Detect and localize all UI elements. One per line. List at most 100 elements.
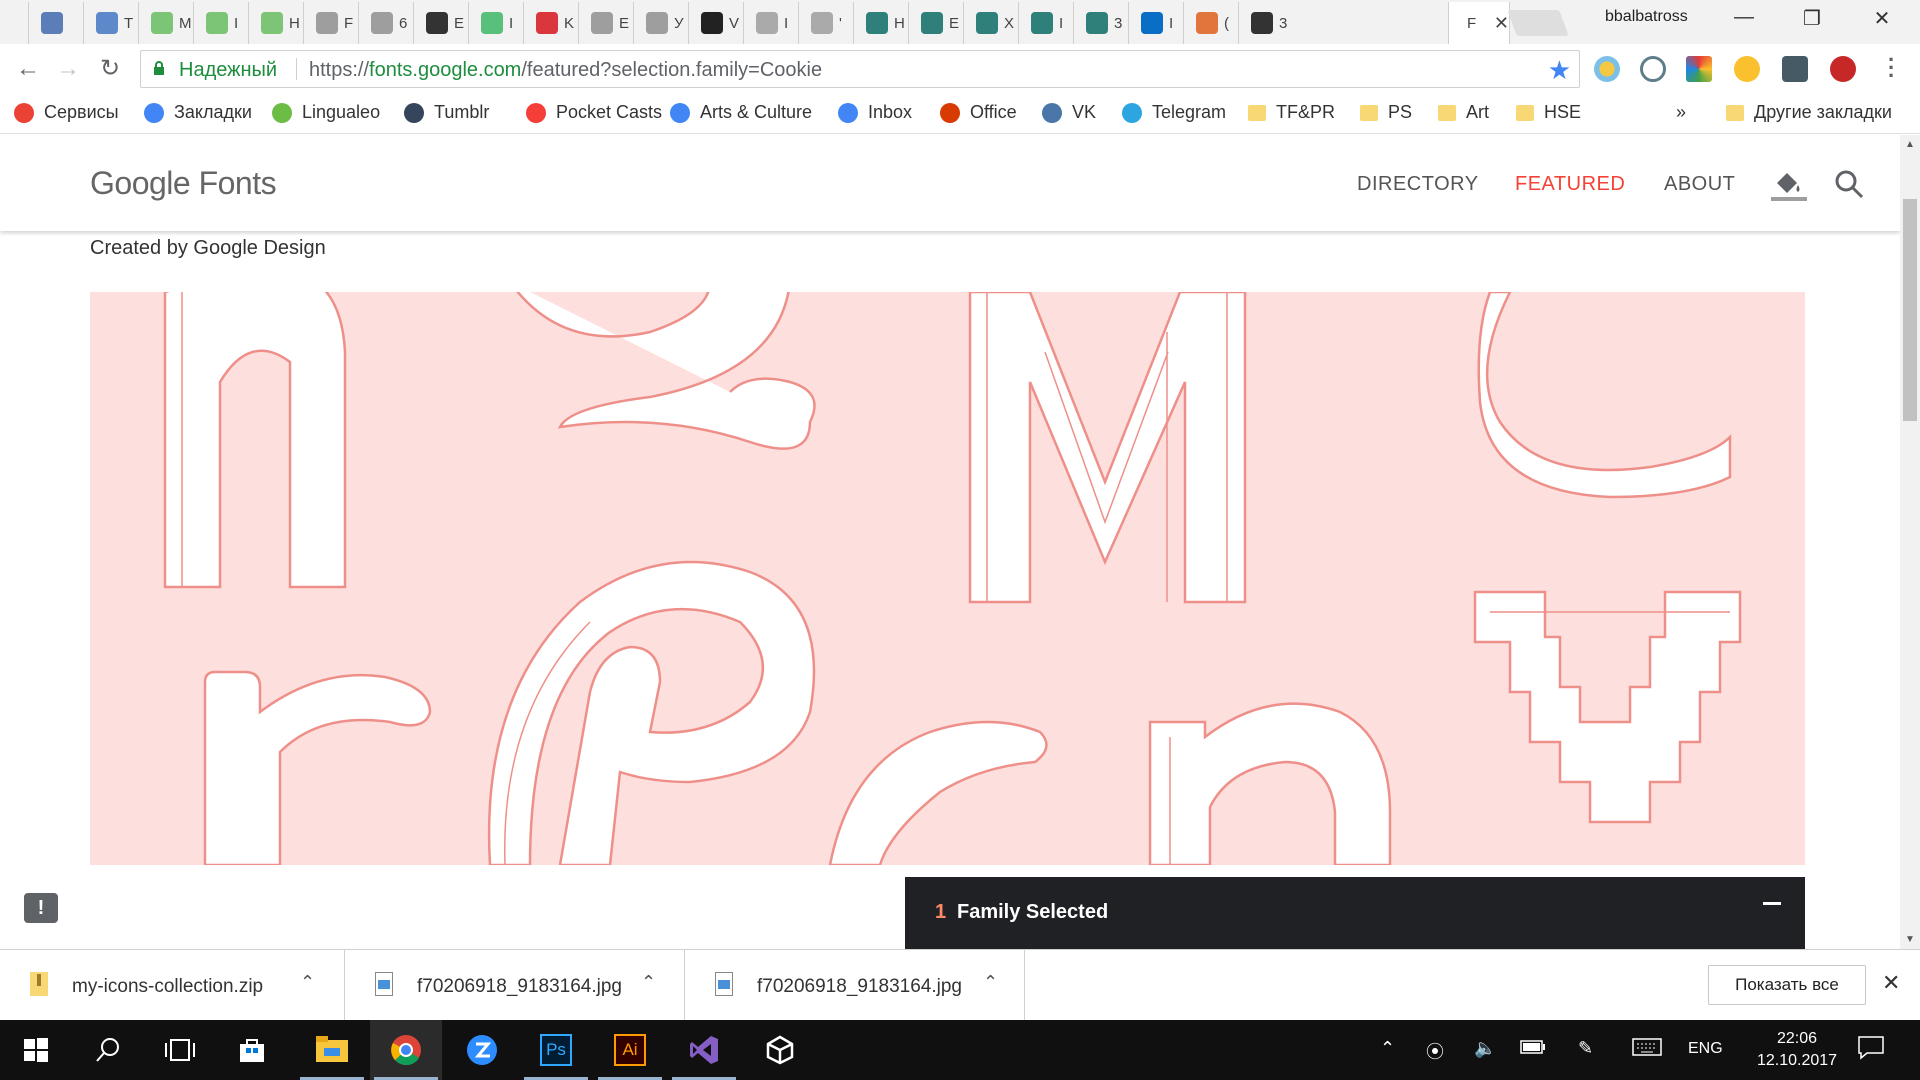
browser-tab[interactable]: E xyxy=(908,2,962,44)
chevron-up-icon[interactable]: ⌃ xyxy=(300,972,315,993)
scroll-down-arrow-icon[interactable]: ▼ xyxy=(1905,934,1915,945)
taskbar-zoom[interactable] xyxy=(446,1020,518,1080)
browser-tab[interactable]: ( xyxy=(1183,2,1237,44)
task-view-button[interactable] xyxy=(144,1020,216,1080)
browser-tab[interactable]: K xyxy=(523,2,577,44)
notifications-icon[interactable] xyxy=(1858,1036,1884,1065)
close-downloads-icon[interactable]: ✕ xyxy=(1882,970,1900,996)
browser-tab[interactable]: H xyxy=(853,2,907,44)
language-indicator[interactable]: ENG xyxy=(1688,1040,1723,1058)
close-window-button[interactable]: ✕ xyxy=(1862,6,1902,31)
download-item[interactable]: my-icons-collection.zip ⌃ xyxy=(0,950,345,1021)
extension-pinwheel-icon[interactable] xyxy=(1686,56,1712,82)
address-bar[interactable]: Надежный https://fonts.google.com/featur… xyxy=(140,50,1580,88)
browser-tab[interactable]: I xyxy=(468,2,522,44)
extension-star-icon[interactable] xyxy=(1734,56,1760,82)
nav-about[interactable]: ABOUT xyxy=(1664,173,1735,196)
browser-tab[interactable] xyxy=(28,2,82,44)
extension-pocket-icon[interactable] xyxy=(1640,56,1666,82)
chevron-up-icon[interactable]: ⌃ xyxy=(641,972,656,993)
page-scrollbar[interactable]: ▲ ▼ xyxy=(1900,135,1920,949)
browser-tab[interactable]: E xyxy=(413,2,467,44)
browser-tab[interactable]: E xyxy=(578,2,632,44)
keyboard-icon[interactable] xyxy=(1632,1038,1662,1061)
browser-tab[interactable]: M xyxy=(138,2,192,44)
bookmark-star-icon[interactable]: ★ xyxy=(1548,55,1571,86)
download-item[interactable]: f70206918_9183164.jpg ⌃ xyxy=(685,950,1025,1021)
show-all-downloads-button[interactable]: Показать все xyxy=(1708,965,1866,1005)
browser-tab[interactable]: I xyxy=(743,2,797,44)
browser-tab[interactable]: У xyxy=(633,2,687,44)
feedback-icon[interactable]: ! xyxy=(24,893,58,923)
browser-tab[interactable]: 3 xyxy=(1238,2,1292,44)
taskbar-photoshop[interactable]: Ps xyxy=(520,1020,592,1080)
battery-icon[interactable] xyxy=(1520,1038,1546,1059)
browser-tab[interactable]: ' xyxy=(798,2,852,44)
nav-featured[interactable]: FEATURED xyxy=(1515,173,1625,196)
taskbar-search[interactable] xyxy=(72,1020,144,1080)
wifi-icon[interactable]: ⦿ xyxy=(1426,1038,1444,1064)
taskbar-file-explorer[interactable] xyxy=(296,1020,368,1080)
site-logo[interactable]: Google Fonts xyxy=(90,165,277,202)
browser-tab[interactable]: F xyxy=(303,2,357,44)
browser-tab[interactable]: X xyxy=(963,2,1017,44)
volume-icon[interactable]: 🔈 xyxy=(1474,1038,1496,1059)
url-text[interactable]: https://fonts.google.com/featured?select… xyxy=(309,59,822,82)
bookmark-pocket-casts[interactable]: Pocket Casts xyxy=(526,102,662,123)
browser-tab[interactable]: 3 xyxy=(1073,2,1127,44)
bookmark-lingualeo[interactable]: Lingualeo xyxy=(272,102,380,123)
profile-name[interactable]: bbalbatross xyxy=(1605,8,1688,26)
bookmarks-overflow-icon[interactable]: » xyxy=(1676,102,1686,123)
extension-shield-icon[interactable] xyxy=(1782,56,1808,82)
chevron-up-icon[interactable]: ⌃ xyxy=(1380,1038,1395,1059)
search-icon[interactable] xyxy=(1834,169,1864,199)
chrome-menu-icon[interactable]: · · · xyxy=(1888,49,1895,87)
extension-new-icon[interactable] xyxy=(1830,56,1856,82)
extension-puzzle-icon[interactable] xyxy=(1594,56,1620,82)
back-arrow-icon[interactable]: ← xyxy=(12,54,44,86)
taskbar-visual-studio[interactable] xyxy=(668,1020,740,1080)
bookmark-telegram[interactable]: Telegram xyxy=(1122,102,1226,123)
bookmark-hse[interactable]: HSE xyxy=(1516,102,1581,123)
bookmark-ps[interactable]: PS xyxy=(1360,102,1412,123)
bookmark-arts-culture[interactable]: Arts & Culture xyxy=(670,102,812,123)
forward-arrow-icon[interactable]: → xyxy=(52,54,84,86)
paint-bucket-icon[interactable] xyxy=(1771,167,1807,203)
scroll-thumb[interactable] xyxy=(1903,199,1917,421)
taskbar-illustrator[interactable]: Ai xyxy=(594,1020,666,1080)
scroll-up-arrow-icon[interactable]: ▲ xyxy=(1905,139,1915,150)
reload-icon[interactable]: ↻ xyxy=(94,54,126,86)
bookmark-art[interactable]: Art xyxy=(1438,102,1489,123)
bookmark-сервисы[interactable]: Сервисы xyxy=(14,102,119,123)
browser-tab[interactable]: I xyxy=(1018,2,1072,44)
minimize-button[interactable]: — xyxy=(1724,6,1764,29)
bookmark-tumblr[interactable]: Tumblr xyxy=(404,102,489,123)
restore-button[interactable]: ❐ xyxy=(1792,6,1832,31)
browser-tab[interactable]: I xyxy=(1128,2,1182,44)
other-bookmarks[interactable]: Другие закладки xyxy=(1726,102,1892,123)
browser-tab[interactable]: 6 xyxy=(358,2,412,44)
taskbar-unity[interactable] xyxy=(744,1020,816,1080)
minimize-drawer-icon[interactable] xyxy=(1763,902,1781,905)
browser-tab[interactable]: V xyxy=(688,2,742,44)
close-tab-icon[interactable]: ✕ xyxy=(1494,13,1509,34)
system-clock[interactable]: 22:06 12.10.2017 xyxy=(1752,1028,1842,1072)
bookmark-office[interactable]: Office xyxy=(940,102,1017,123)
browser-tab[interactable]: T xyxy=(83,2,137,44)
browser-tab[interactable]: H xyxy=(248,2,302,44)
chevron-up-icon[interactable]: ⌃ xyxy=(983,972,998,993)
taskbar-store[interactable] xyxy=(216,1020,288,1080)
download-item[interactable]: f70206918_9183164.jpg ⌃ xyxy=(345,950,685,1021)
bookmark-tf-pr[interactable]: TF&PR xyxy=(1248,102,1335,123)
new-tab-button[interactable] xyxy=(1507,10,1569,36)
family-selected-drawer[interactable]: 1 Family Selected xyxy=(905,877,1805,949)
bookmark-закладки[interactable]: Закладки xyxy=(144,102,252,123)
nav-directory[interactable]: DIRECTORY xyxy=(1357,173,1479,196)
tab-active[interactable]: F ✕ xyxy=(1448,2,1510,44)
browser-tab[interactable]: I xyxy=(193,2,247,44)
start-button[interactable] xyxy=(0,1020,72,1080)
taskbar-chrome[interactable] xyxy=(370,1020,442,1080)
bookmark-inbox[interactable]: Inbox xyxy=(838,102,912,123)
pen-icon[interactable]: ✎ xyxy=(1578,1038,1593,1059)
bookmark-vk[interactable]: VK xyxy=(1042,102,1096,123)
